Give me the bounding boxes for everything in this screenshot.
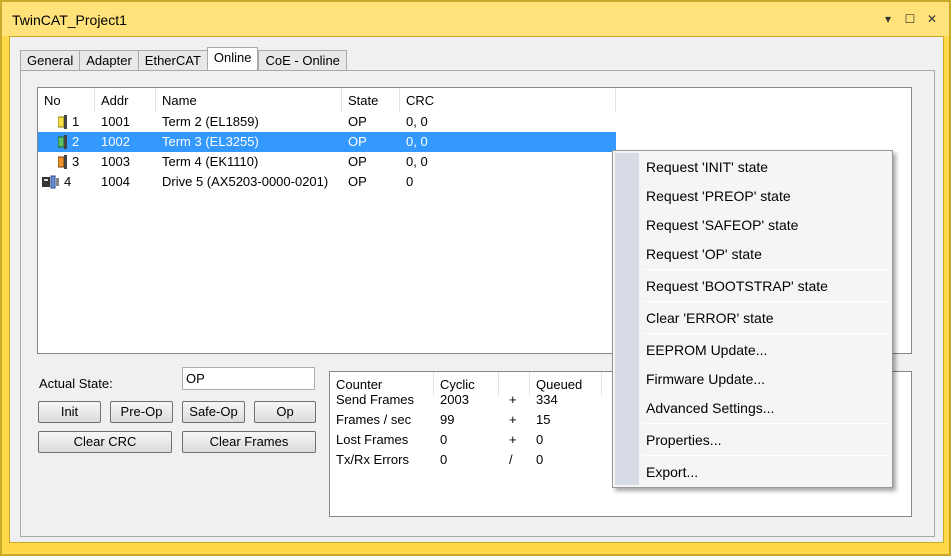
menu-separator xyxy=(643,301,889,302)
counter-queued: 0 xyxy=(536,432,544,447)
clear-frames-button[interactable]: Clear Frames xyxy=(182,431,316,453)
column-header-addr[interactable]: Addr xyxy=(95,88,156,112)
menu-item-export[interactable]: Export... xyxy=(646,459,698,485)
init-button[interactable]: Init xyxy=(38,401,101,423)
safeop-button[interactable]: Safe-Op xyxy=(182,401,245,423)
counter-name: Frames / sec xyxy=(336,412,412,427)
maximize-icon[interactable]: ☐ xyxy=(903,12,917,26)
column-header-name[interactable]: Name xyxy=(156,88,342,112)
title-bar[interactable]: TwinCAT_Project1 ▾ ☐ ✕ xyxy=(2,2,949,36)
tab-general[interactable]: General xyxy=(20,50,80,70)
device-addr: 1004 xyxy=(101,174,130,189)
device-addr: 1003 xyxy=(101,154,130,169)
device-addr: 1001 xyxy=(101,114,130,129)
counter-operator: / xyxy=(509,452,513,467)
device-name: Term 4 (EK1110) xyxy=(162,154,259,169)
menu-item-request-op[interactable]: Request 'OP' state xyxy=(646,241,762,267)
device-no: 1 xyxy=(72,114,80,129)
op-button[interactable]: Op xyxy=(254,401,316,423)
menu-item-eeprom-update[interactable]: EEPROM Update... xyxy=(646,337,767,363)
counter-operator: + xyxy=(509,432,517,447)
device-name: Term 2 (EL1859) xyxy=(162,114,259,129)
tab-coe-online[interactable]: CoE - Online xyxy=(258,50,347,70)
counter-queued: 334 xyxy=(536,392,558,407)
tab-online[interactable]: Online xyxy=(206,47,259,70)
device-no: 2 xyxy=(72,134,80,149)
counter-row: Frames / sec 99 + 15 xyxy=(330,410,602,430)
menu-item-request-init[interactable]: Request 'INIT' state xyxy=(646,154,768,180)
device-addr: 1002 xyxy=(101,134,130,149)
menu-separator xyxy=(643,269,889,270)
counter-name: Lost Frames xyxy=(336,432,409,447)
device-list-header: No Addr Name State CRC xyxy=(38,88,616,112)
counter-cyclic: 0 xyxy=(440,432,448,447)
window-menu-icon[interactable]: ▾ xyxy=(881,12,895,26)
orange-terminal-icon xyxy=(58,154,67,169)
device-state: OP xyxy=(348,134,367,149)
counter-row: Lost Frames 0 + 0 xyxy=(330,430,602,450)
column-header-crc[interactable]: CRC xyxy=(400,88,616,112)
context-menu-icon-gutter xyxy=(615,153,639,485)
drive-icon xyxy=(42,175,59,189)
menu-item-properties[interactable]: Properties... xyxy=(646,427,721,453)
menu-item-advanced-settings[interactable]: Advanced Settings... xyxy=(646,395,774,421)
device-row[interactable]: 3 1003 Term 4 (EK1110) OP 0, 0 xyxy=(38,152,616,172)
device-state: OP xyxy=(348,154,367,169)
column-header-state[interactable]: State xyxy=(342,88,400,112)
counter-operator: + xyxy=(509,392,517,407)
menu-separator xyxy=(643,333,889,334)
counter-queued: 15 xyxy=(536,412,551,427)
device-name: Drive 5 (AX5203-0000-0201) xyxy=(162,174,329,189)
counter-cyclic: 99 xyxy=(440,412,455,427)
context-menu[interactable]: Request 'INIT' state Request 'PREOP' sta… xyxy=(612,150,893,488)
counter-cyclic: 0 xyxy=(440,452,448,467)
counter-name: Tx/Rx Errors xyxy=(336,452,409,467)
counter-cyclic: 2003 xyxy=(440,392,469,407)
device-crc: 0, 0 xyxy=(406,114,428,129)
preop-button[interactable]: Pre-Op xyxy=(110,401,173,423)
tab-adapter[interactable]: Adapter xyxy=(79,50,138,70)
device-crc: 0 xyxy=(406,174,414,189)
menu-separator xyxy=(643,423,889,424)
counter-row: Tx/Rx Errors 0 / 0 xyxy=(330,450,602,470)
close-icon[interactable]: ✕ xyxy=(925,12,939,26)
tab-strip: General Adapter EtherCAT Online CoE - On… xyxy=(20,47,347,70)
counter-queued: 0 xyxy=(536,452,544,467)
device-state: OP xyxy=(348,174,367,189)
device-crc: 0, 0 xyxy=(406,154,428,169)
menu-item-request-preop[interactable]: Request 'PREOP' state xyxy=(646,183,791,209)
device-no: 4 xyxy=(64,174,72,189)
counter-operator: + xyxy=(509,412,517,427)
counter-name: Send Frames xyxy=(336,392,415,407)
yellow-terminal-icon xyxy=(58,114,67,129)
menu-item-clear-error[interactable]: Clear 'ERROR' state xyxy=(646,305,774,331)
green-terminal-icon xyxy=(58,134,67,149)
menu-item-request-safeop[interactable]: Request 'SAFEOP' state xyxy=(646,212,798,238)
actual-state-label: Actual State: xyxy=(39,376,113,391)
actual-state-field[interactable]: OP xyxy=(182,367,315,390)
window-title: TwinCAT_Project1 xyxy=(12,12,127,28)
device-state: OP xyxy=(348,114,367,129)
device-row[interactable]: 1 1001 Term 2 (EL1859) OP 0, 0 xyxy=(38,112,616,132)
menu-item-firmware-update[interactable]: Firmware Update... xyxy=(646,366,765,392)
device-row-selected[interactable]: 2 1002 Term 3 (EL3255) OP 0, 0 xyxy=(38,132,616,152)
device-name: Term 3 (EL3255) xyxy=(162,134,259,149)
device-row[interactable]: 4 1004 Drive 5 (AX5203-0000-0201) OP 0 xyxy=(38,172,616,192)
menu-separator xyxy=(643,455,889,456)
device-crc: 0, 0 xyxy=(406,134,428,149)
menu-item-request-bootstrap[interactable]: Request 'BOOTSTRAP' state xyxy=(646,273,828,299)
counter-row: Send Frames 2003 + 334 xyxy=(330,390,602,410)
clear-crc-button[interactable]: Clear CRC xyxy=(38,431,172,453)
tab-ethercat[interactable]: EtherCAT xyxy=(137,50,207,70)
device-no: 3 xyxy=(72,154,80,169)
column-header-no[interactable]: No xyxy=(38,88,95,112)
